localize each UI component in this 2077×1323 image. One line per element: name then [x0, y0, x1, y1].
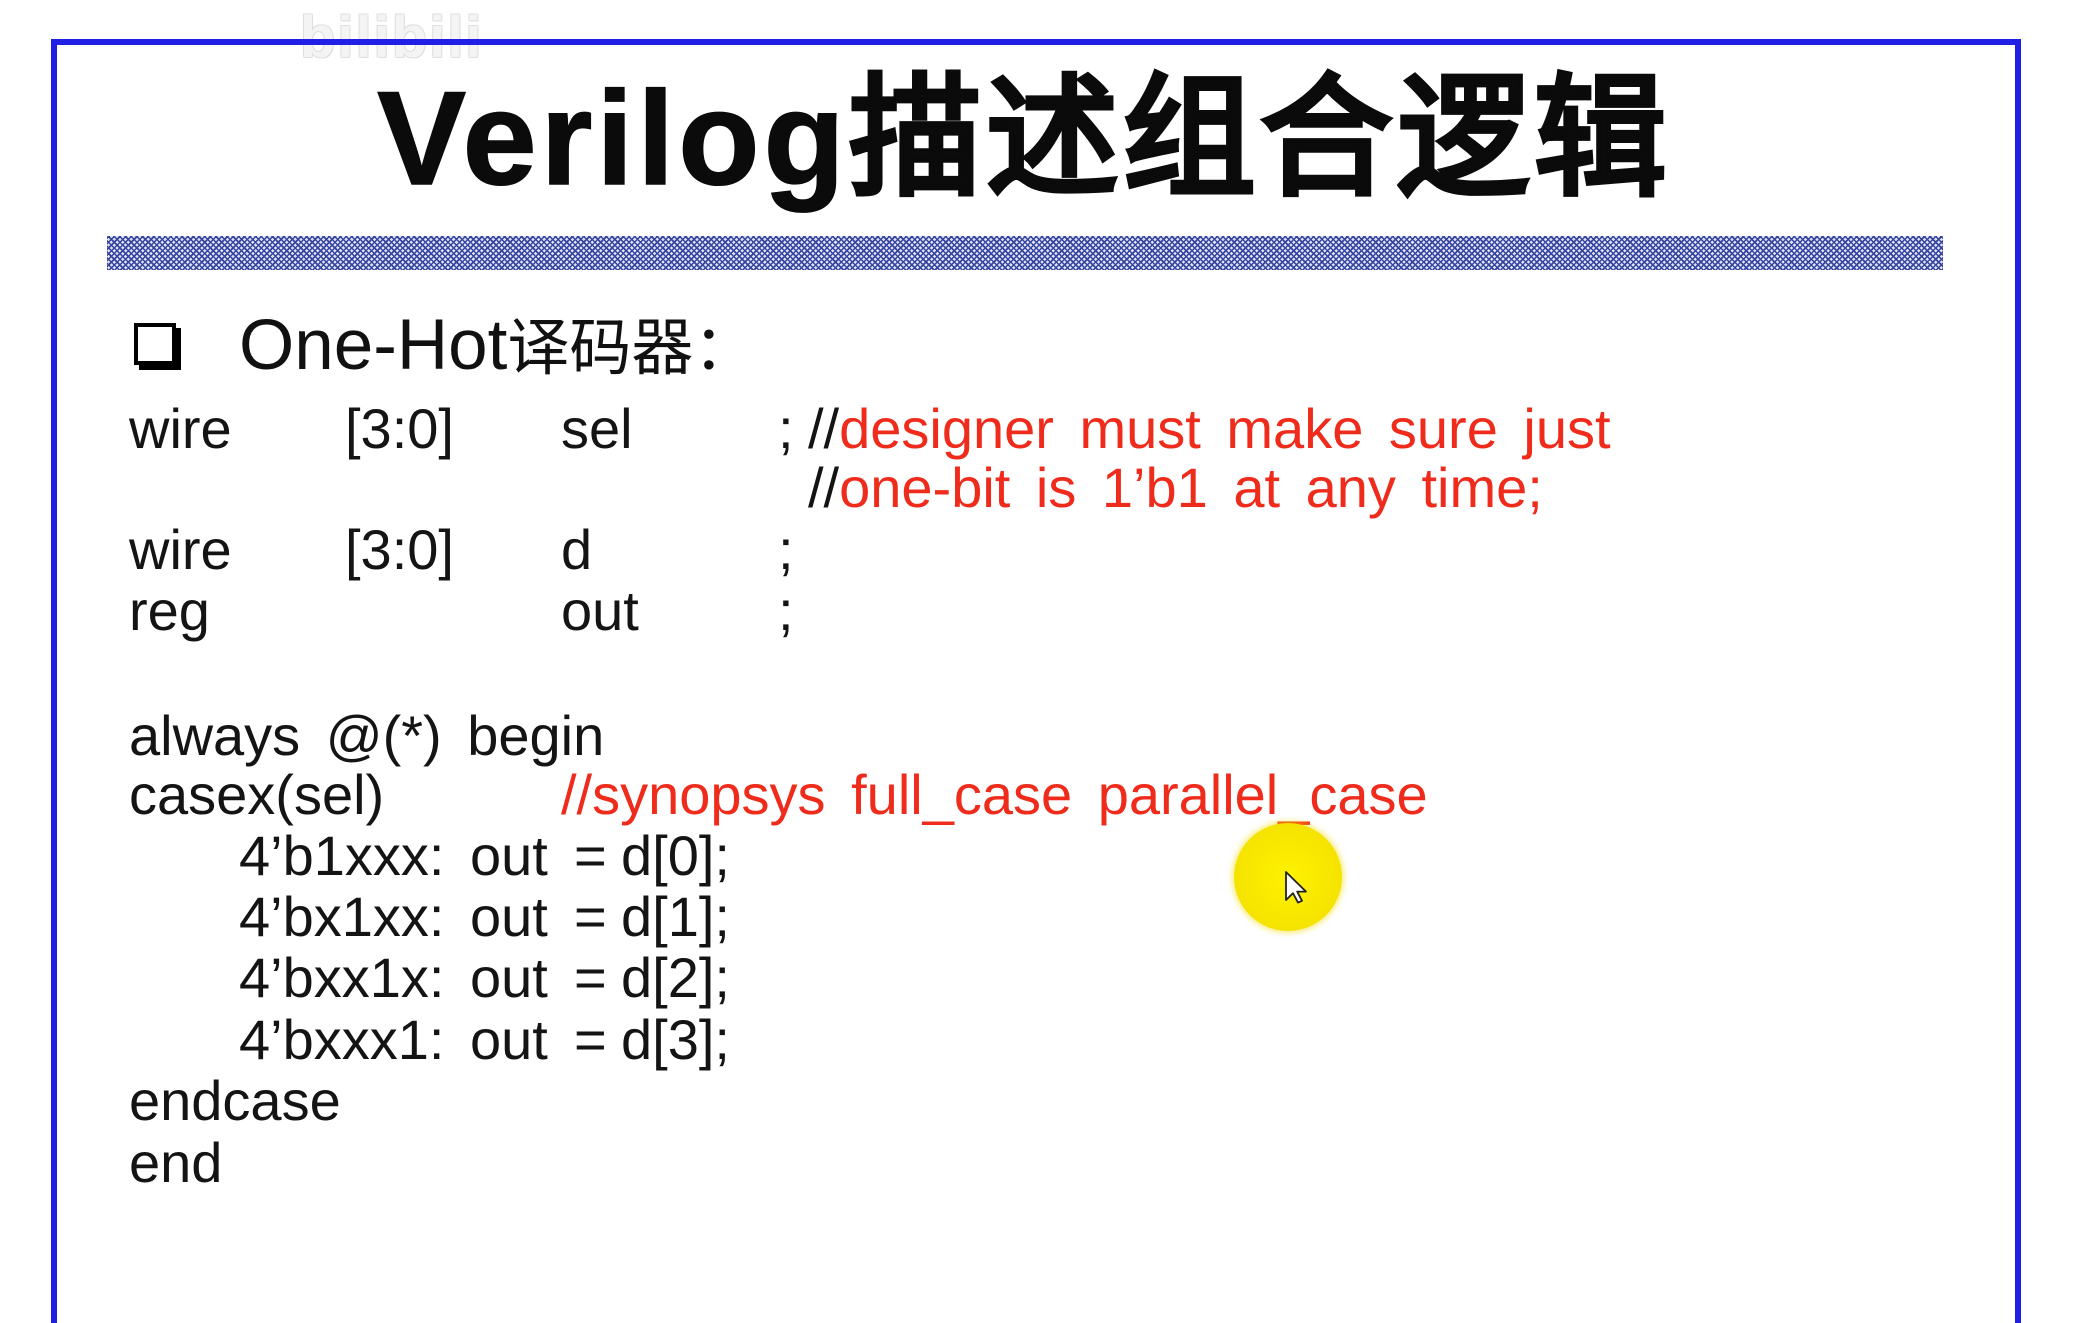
decl-keyword: wire — [129, 397, 232, 460]
heading-cjk: 译码器： — [507, 315, 756, 383]
code-line-case-item: 4’b1xxx: out = d[0]; — [0, 825, 1900, 886]
case-operator: = — [574, 824, 607, 887]
title-hatched-divider — [107, 236, 1943, 270]
end-keyword: end — [129, 1131, 223, 1194]
decl-keyword: reg — [129, 579, 210, 642]
case-lhs: out — [470, 946, 548, 1009]
comment-text: designer must make sure just — [839, 397, 1611, 460]
decl-name: out — [561, 579, 639, 642]
decl-terminator: ; — [778, 518, 794, 581]
case-pattern: 4’bx1xx: — [239, 885, 445, 948]
code-comment: //one-bit is 1’b1 at any time; — [808, 457, 1543, 518]
code-line-case-item: 4’bxx1x: out = d[2]; — [0, 947, 1900, 1008]
case-operator: = — [574, 946, 607, 1009]
case-lhs: out — [470, 824, 548, 887]
code-line-case-item: 4’bxxx1: out = d[3]; — [0, 1009, 1900, 1070]
code-line-end: end — [0, 1132, 1900, 1193]
decl-terminator: ; — [778, 397, 794, 460]
hollow-square-bullet-icon — [134, 323, 176, 365]
section-heading: One-Hot译码器： — [239, 306, 755, 389]
decl-terminator: ; — [778, 579, 794, 642]
code-line-decl-d: wire [3:0] d ; — [0, 519, 1900, 580]
code-line-endcase: endcase — [0, 1070, 1900, 1131]
decl-range: [3:0] — [345, 518, 454, 581]
slide-title: Verilog描述组合逻辑 — [377, 64, 1671, 214]
case-pattern: 4’bxxx1: — [239, 1008, 445, 1071]
case-operator: = — [574, 1008, 607, 1071]
synthesis-directive-comment: //synopsys full_case parallel_case — [561, 763, 1428, 826]
decl-name: d — [561, 518, 593, 581]
decl-range: [3:0] — [345, 397, 454, 460]
decl-name: sel — [561, 397, 633, 460]
code-comment: //designer must make sure just — [808, 398, 1611, 459]
code-line-comment-continuation: //one-bit is 1’b1 at any time; — [0, 457, 1900, 518]
code-line-always: always @(*) begin — [0, 705, 1900, 766]
case-rhs: d[2]; — [621, 946, 730, 1009]
case-pattern: 4’b1xxx: — [239, 824, 445, 887]
code-line-decl-sel: wire [3:0] sel ; //designer must make su… — [0, 398, 1900, 459]
always-header: always @(*) begin — [129, 704, 605, 767]
arrow-cursor-icon — [1285, 871, 1307, 904]
decl-keyword: wire — [129, 518, 232, 581]
case-rhs: d[3]; — [621, 1008, 730, 1071]
case-operator: = — [574, 885, 607, 948]
endcase-keyword: endcase — [129, 1069, 341, 1132]
comment-marker: // — [808, 397, 840, 460]
case-lhs: out — [470, 885, 548, 948]
code-line-casex: casex(sel) //synopsys full_case parallel… — [0, 764, 1900, 825]
case-rhs: d[0]; — [621, 824, 730, 887]
comment-text: one-bit is 1’b1 at any time; — [839, 456, 1543, 519]
case-rhs: d[1]; — [621, 885, 730, 948]
heading-latin: One-Hot — [239, 306, 508, 385]
case-lhs: out — [470, 1008, 548, 1071]
case-pattern: 4’bxx1x: — [239, 946, 445, 1009]
comment-marker: // — [808, 456, 840, 519]
code-line-decl-out: reg out ; — [0, 580, 1900, 641]
code-line-case-item: 4’bx1xx: out = d[1]; — [0, 886, 1900, 947]
case-header: casex(sel) — [129, 763, 385, 826]
